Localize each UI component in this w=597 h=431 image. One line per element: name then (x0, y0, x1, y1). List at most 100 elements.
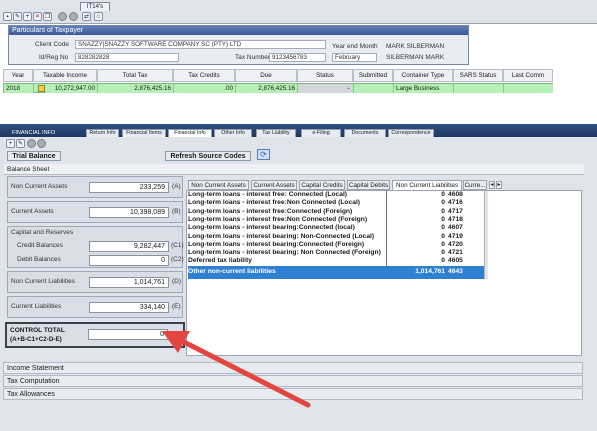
module-tab-it14[interactable]: IT14's (80, 2, 110, 11)
person-name-2: SILBERMAN MARK (386, 54, 445, 61)
tab-current-assets[interactable]: Current Assets (251, 180, 297, 190)
col-last-comm[interactable]: Last Comm (503, 69, 553, 82)
row-description: Long-term loans - interest free: Connect… (188, 191, 348, 198)
row-description: Long-term loans - interest free:Connecte… (188, 207, 353, 215)
people-icon[interactable]: ☺ (94, 12, 103, 21)
status-dot-icon[interactable] (58, 12, 67, 21)
row-description: Long-term loans - interest bearing:Conne… (188, 240, 365, 248)
col-status[interactable]: Status (297, 69, 353, 82)
tab-correspondence[interactable]: Correspondence (388, 129, 434, 137)
refresh-source-codes-button[interactable]: Refresh Source Codes (165, 151, 251, 161)
status-dot-icon[interactable] (27, 139, 36, 148)
table-row[interactable]: Long-term loans - interest bearing: Non-… (188, 233, 484, 241)
chevron-down-icon: ⌄ (345, 85, 351, 91)
annotation-arrow-icon (162, 331, 311, 408)
row-code: 4719 (448, 232, 463, 240)
current-liabilities-value[interactable]: 334,140 (89, 302, 169, 313)
save-icon[interactable]: ▪ (3, 12, 12, 21)
row-description: Long-term loans - interest free:Non Conn… (188, 199, 361, 207)
particulars-panel: Particulars of Taxpayer Client Code SNAZ… (8, 25, 469, 65)
non-current-assets-box: Non Current Assets 233,259 (A) (7, 176, 183, 198)
row-code: 4605 (448, 257, 463, 265)
tax-number-label: Tax Number (235, 54, 271, 61)
tab-scroll-right-icon[interactable]: ▸ (496, 181, 502, 189)
col-total-tax[interactable]: Total Tax (97, 69, 173, 82)
edit-icon[interactable]: ✎ (16, 139, 25, 148)
row-code: 4721 (448, 249, 463, 257)
tab-financial-info[interactable]: Financial Info (168, 129, 212, 137)
table-row[interactable]: Long-term loans - interest free:Connecte… (188, 208, 484, 216)
tab-current-more[interactable]: Curre... (463, 180, 487, 190)
code-e: (E) (172, 303, 181, 310)
balance-sheet-bar: Balance Sheet (4, 164, 584, 175)
credit-balances-label: Credit Balances (17, 242, 63, 249)
id-reg-field[interactable]: 828282828 (75, 53, 179, 62)
year-grid-header: Year Taxable Income Total Tax Tax Credit… (3, 69, 553, 82)
non-current-assets-value[interactable]: 233,259 (89, 182, 169, 193)
status-dropdown[interactable]: ⌄ (298, 84, 354, 93)
client-code-field[interactable]: SNAZZY|SNAZZY SOFTWARE COMPANY SC (PTY) … (75, 40, 326, 49)
year-grid-row[interactable]: 2018 10,272,947.00 2,876,425.16 .00 2,87… (3, 83, 553, 93)
client-code-label: Client Code (35, 41, 69, 48)
row-amount: 0 (441, 199, 445, 207)
non-current-liabilities-value[interactable]: 1,014,761 (89, 277, 169, 288)
current-assets-value[interactable]: 10,398,089 (89, 207, 169, 218)
table-row[interactable]: Long-term loans - interest free:Non Conn… (188, 216, 484, 224)
tab-e-filing[interactable]: e-Filing (301, 129, 341, 137)
tab-return-info[interactable]: Return Info (86, 129, 119, 137)
table-row[interactable]: Deferred tax liability 0 4605 (188, 257, 484, 265)
tab-financial-items[interactable]: Financial Items (122, 129, 166, 137)
tab-tax-liability[interactable]: Tax Liability (256, 129, 296, 137)
tab-capital-debits[interactable]: Capital Debits (347, 180, 390, 190)
link-icon[interactable]: ⇄ (82, 12, 91, 21)
table-row[interactable]: Long-term loans - interest bearing: Non … (188, 249, 484, 257)
top-toolbar: IT14's ▪ ✎ + ✕ ❐ ⇄ ☺ (0, 0, 597, 24)
table-row[interactable]: Long-term loans - interest bearing:Conne… (188, 241, 484, 249)
table-row[interactable]: Long-term loans - interest bearing:Conne… (188, 224, 484, 232)
col-sars-status[interactable]: SARS Status (453, 69, 503, 82)
status-dot-icon[interactable] (69, 12, 78, 21)
col-tax-credits[interactable]: Tax Credits (173, 69, 235, 82)
tab-non-current-liabilities[interactable]: Non Current Liabilities (392, 180, 462, 190)
row-amount: 0 (441, 224, 445, 232)
col-due[interactable]: Due (235, 69, 297, 82)
row-code: 4607 (448, 224, 463, 232)
debit-balances-value[interactable]: 0 (89, 255, 169, 266)
trial-balance-button[interactable]: Trial Balance (7, 151, 61, 161)
col-submitted[interactable]: Submitted (353, 69, 393, 82)
row-code: 4718 (448, 215, 463, 223)
table-row[interactable]: Long-term loans - interest free:Non Conn… (188, 199, 484, 207)
code-d: (D) (172, 278, 182, 285)
capital-reserves-label: Capital and Reserves (11, 229, 74, 236)
copy-icon[interactable]: ❐ (43, 12, 52, 21)
col-taxable-income[interactable]: Taxable Income (33, 69, 97, 82)
current-assets-box: Current Assets 10,398,089 (B) (7, 201, 183, 223)
year-end-label: Year end Month (332, 43, 378, 50)
tab-scroll-left-icon[interactable]: ◂ (489, 181, 495, 189)
delete-icon[interactable]: ✕ (33, 12, 42, 21)
cell-total-tax: 2,876,425.16 (98, 84, 174, 93)
row-amount: 0 (441, 191, 445, 198)
row-amount: 0 (441, 207, 445, 215)
tab-capital-credits[interactable]: Capital Credits (299, 180, 345, 190)
table-row[interactable]: Long-term loans - interest free: Connect… (188, 191, 484, 199)
add-icon[interactable]: + (6, 139, 15, 148)
particulars-title: Particulars of Taxpayer (9, 26, 468, 35)
note-icon[interactable] (38, 85, 45, 92)
tax-number-field[interactable]: 9123456783 (269, 53, 326, 62)
table-scrollbar[interactable] (484, 191, 488, 279)
col-year[interactable]: Year (3, 69, 33, 82)
cell-year: 2018 (4, 84, 34, 93)
tab-non-current-assets[interactable]: Non Current Assets (188, 180, 249, 190)
new-icon[interactable]: + (23, 12, 32, 21)
year-end-field[interactable]: February (332, 53, 377, 62)
status-dot-icon[interactable] (37, 139, 46, 148)
col-container-type[interactable]: Container Type (393, 69, 453, 82)
credit-balances-value[interactable]: 9,282,447 (89, 241, 169, 252)
refresh-icon[interactable]: ⟳ (257, 149, 270, 160)
code-b: (B) (172, 208, 181, 215)
tab-documents[interactable]: Documents (344, 129, 386, 137)
edit-icon[interactable]: ✎ (13, 12, 22, 21)
tab-other-info[interactable]: Other Info (214, 129, 252, 137)
table-row-selected[interactable]: Other non-current liabilities 1,014,761 … (188, 265, 484, 279)
